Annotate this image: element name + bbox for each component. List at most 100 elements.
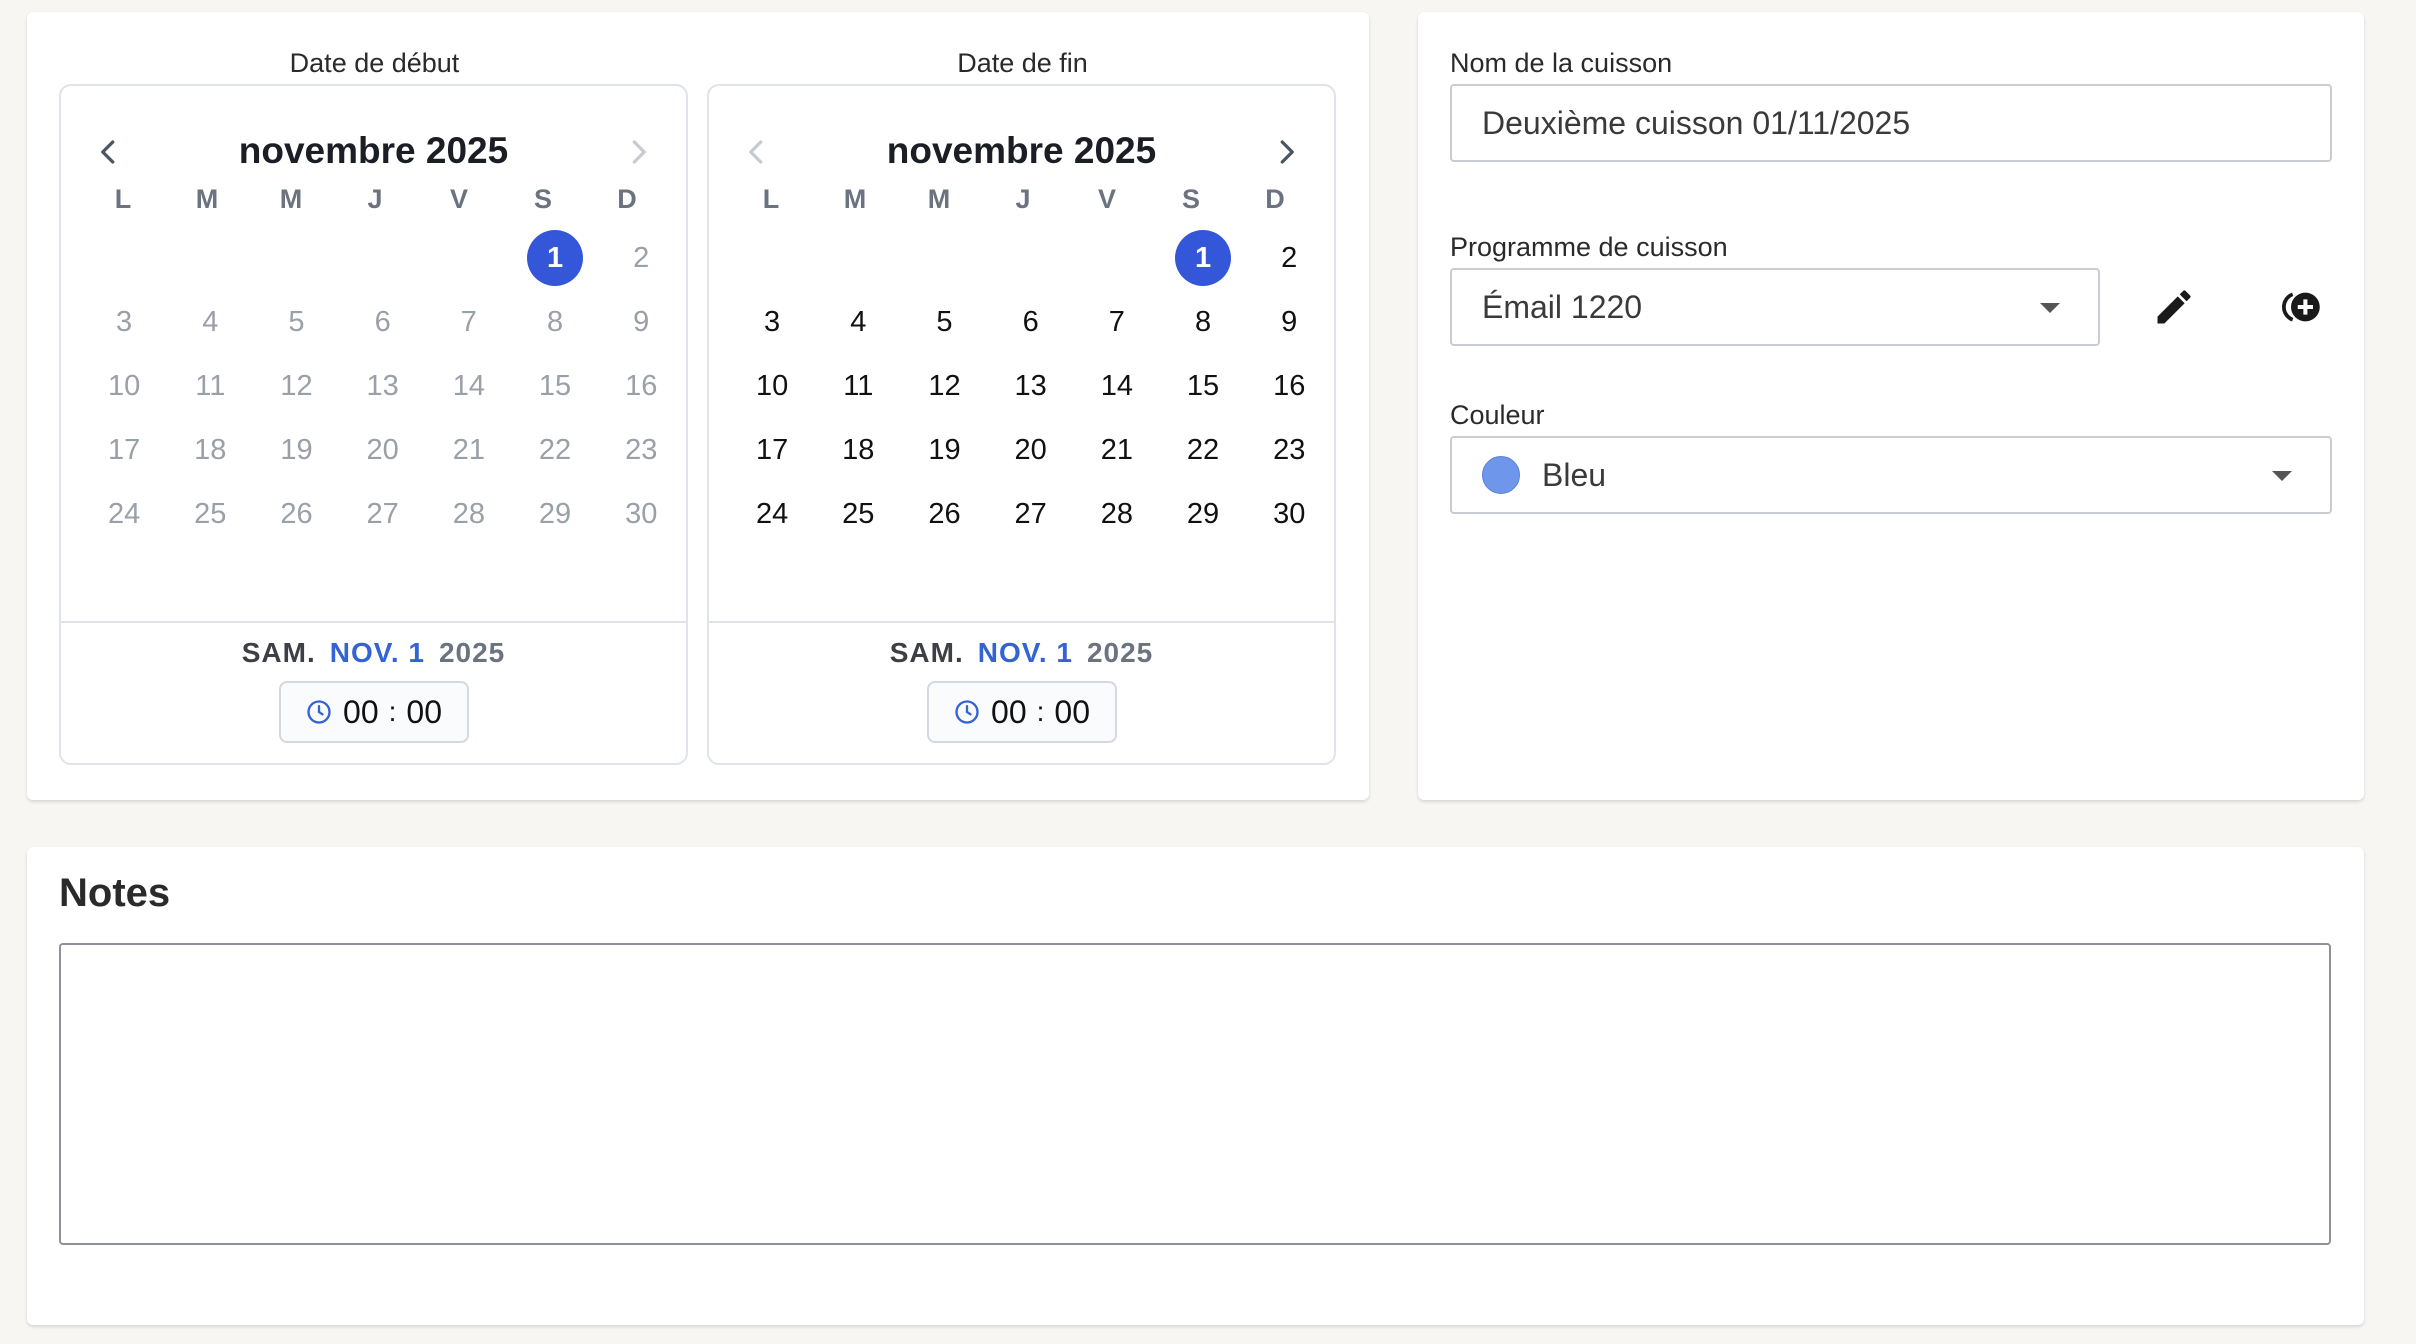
day-number: 7 (460, 305, 477, 338)
time-separator: : (388, 696, 397, 727)
next-month-button[interactable] (1260, 126, 1312, 178)
start-calendar: novembre 2025 L M M J V S D 1 2 3 4 5 6 7 8 9 10 1… (59, 84, 688, 765)
day-cell[interactable]: 30 (1246, 482, 1332, 546)
day-cell[interactable]: 29 (1160, 482, 1246, 546)
day-number: 15 (1186, 369, 1220, 402)
name-input[interactable]: Deuxième cuisson 01/11/2025 (1450, 84, 2332, 162)
selected-year[interactable]: 2025 (439, 637, 505, 668)
day-cell[interactable]: 17 (729, 418, 815, 482)
day-number: 16 (625, 369, 658, 402)
day-cell[interactable]: 18 (815, 418, 901, 482)
time-picker[interactable]: 00 : 00 (926, 681, 1117, 743)
day-blank (901, 226, 987, 290)
edit-program-button[interactable] (2144, 277, 2204, 337)
day-cell[interactable]: 27 (988, 482, 1074, 546)
notes-title: Notes (59, 871, 171, 915)
day-number: 8 (1194, 305, 1212, 338)
day-cell-selected[interactable]: 1 (1160, 226, 1246, 290)
day-cell: 13 (340, 354, 426, 418)
days-grid: 1 2 3 4 5 6 7 8 9 10 11 12 13 14 15 16 17 18 19 20 21 22 23 24 2… (81, 226, 683, 546)
day-number: 20 (1014, 433, 1047, 466)
day-number: 30 (625, 497, 658, 530)
day-number: 3 (116, 305, 133, 338)
day-number: 23 (625, 433, 658, 466)
day-cell[interactable]: 22 (1160, 418, 1246, 482)
day-cell: 16 (598, 354, 684, 418)
day-cell: 24 (81, 482, 167, 546)
day-cell: 2 (598, 226, 684, 290)
color-swatch (1482, 456, 1520, 494)
day-number: 28 (1100, 497, 1133, 530)
hours-value[interactable]: 00 (343, 694, 379, 731)
weekday-label: M (279, 184, 303, 214)
day-number: 13 (1014, 369, 1047, 402)
day-cell-selected[interactable]: 1 (512, 226, 598, 290)
day-cell: 29 (512, 482, 598, 546)
selected-year[interactable]: 2025 (1087, 637, 1153, 668)
day-cell[interactable]: 14 (1074, 354, 1160, 418)
day-cell[interactable]: 9 (1246, 290, 1332, 354)
day-number: 9 (633, 305, 650, 338)
day-cell[interactable]: 21 (1074, 418, 1160, 482)
day-cell: 4 (167, 290, 253, 354)
color-select[interactable]: Bleu (1450, 436, 2332, 514)
day-cell[interactable]: 10 (729, 354, 815, 418)
day-number: 21 (1100, 433, 1133, 466)
day-cell[interactable]: 19 (901, 418, 987, 482)
end-date-picker: Date de fin novembre 2025 L M M J V S D (707, 12, 1338, 772)
day-cell[interactable]: 4 (815, 290, 901, 354)
day-number: 28 (452, 497, 485, 530)
day-cell[interactable]: 26 (901, 482, 987, 546)
day-cell[interactable]: 23 (1246, 418, 1332, 482)
day-number: 20 (366, 433, 399, 466)
day-cell[interactable]: 12 (901, 354, 987, 418)
day-number: 18 (842, 433, 875, 466)
name-input-value: Deuxième cuisson 01/11/2025 (1482, 104, 1911, 141)
day-cell: 5 (253, 290, 339, 354)
day-cell[interactable]: 8 (1160, 290, 1246, 354)
day-cell[interactable]: 28 (1074, 482, 1160, 546)
day-cell[interactable]: 20 (988, 418, 1074, 482)
day-cell[interactable]: 24 (729, 482, 815, 546)
minutes-value[interactable]: 00 (406, 694, 442, 731)
day-cell[interactable]: 3 (729, 290, 815, 354)
day-blank (729, 226, 815, 290)
weekday-header: L M M J V S D (729, 184, 1317, 215)
day-number: 7 (1108, 305, 1125, 338)
day-cell[interactable]: 7 (1074, 290, 1160, 354)
day-number: 22 (538, 433, 572, 466)
selected-month-day[interactable]: NOV. 1 (330, 637, 425, 668)
day-number: 14 (1100, 369, 1133, 402)
day-cell: 15 (512, 354, 598, 418)
time-picker[interactable]: 00 : 00 (278, 681, 469, 743)
notes-textarea[interactable] (59, 943, 2331, 1245)
day-cell[interactable]: 11 (815, 354, 901, 418)
day-cell[interactable]: 15 (1160, 354, 1246, 418)
hours-value[interactable]: 00 (991, 694, 1027, 731)
day-cell[interactable]: 6 (988, 290, 1074, 354)
day-number: 11 (843, 369, 874, 402)
day-number: 25 (842, 497, 875, 530)
day-cell[interactable]: 5 (901, 290, 987, 354)
day-number: 19 (280, 433, 313, 466)
day-cell: 9 (598, 290, 684, 354)
day-cell[interactable]: 25 (815, 482, 901, 546)
selected-month-day[interactable]: NOV. 1 (978, 637, 1073, 668)
day-blank (81, 226, 167, 290)
day-number: 13 (366, 369, 399, 402)
next-month-button (612, 126, 664, 178)
add-circle-icon (2282, 292, 2320, 322)
clock-icon (955, 700, 979, 724)
weekday-header: L M M J V S D (81, 184, 669, 215)
add-program-button[interactable] (2272, 277, 2332, 337)
weekday-label: S (533, 184, 552, 214)
dropdown-caret-icon (2272, 471, 2292, 481)
day-cell[interactable]: 16 (1246, 354, 1332, 418)
program-select[interactable]: Émail 1220 (1450, 268, 2100, 346)
calendar-month-title: novembre 2025 (886, 130, 1157, 171)
minutes-value[interactable]: 00 (1054, 694, 1090, 731)
calendar-header: novembre 2025 (709, 126, 1334, 178)
dropdown-caret-icon (2040, 303, 2060, 313)
day-cell[interactable]: 13 (988, 354, 1074, 418)
day-cell[interactable]: 2 (1246, 226, 1332, 290)
